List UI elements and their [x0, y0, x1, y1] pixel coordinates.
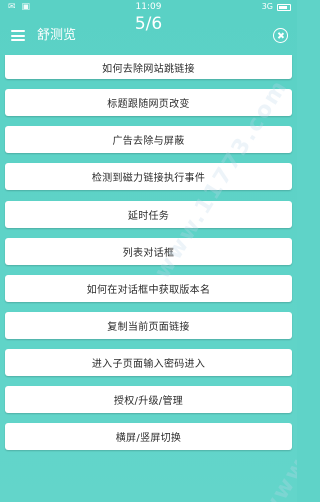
battery-icon — [277, 3, 291, 11]
menu-item-label: 进入子页面输入密码进入 — [91, 359, 206, 371]
status-bar: ✉ ▣ 11:09 3G — [0, 0, 297, 14]
menu-item-list-dialog[interactable]: 列表对话框 — [5, 237, 292, 265]
menu-item-label: 如何去除网站跳链接 — [102, 63, 195, 75]
menu-item-delayed-task[interactable]: 延时任务 — [5, 200, 292, 228]
menu-item-remove-redirect-links[interactable]: 如何去除网站跳链接 — [5, 55, 292, 79]
menu-item-orientation-toggle[interactable]: 横屏/竖屏切换 — [5, 423, 292, 451]
menu-item-ad-blocking[interactable]: 广告去除与屏蔽 — [5, 126, 292, 154]
signal-label: 3G — [261, 2, 273, 11]
menu-item-label: 广告去除与屏蔽 — [112, 136, 185, 148]
app-screen: ✉ ▣ 11:09 3G 舒测览 5/6 如何去除网站跳链接 标题跟随网页改变 … — [0, 0, 297, 502]
menu-item-subpage-password[interactable]: 进入子页面输入密码进入 — [5, 349, 292, 377]
status-right-icons: 3G — [262, 0, 291, 14]
menu-item-label: 标题跟随网页改变 — [107, 99, 190, 111]
menu-item-label: 授权/升级/管理 — [113, 396, 184, 408]
menu-item-label: 复制当前页面链接 — [107, 321, 190, 333]
app-header: 舒测览 5/6 — [0, 14, 297, 60]
menu-item-label: 如何在对话框中获取版本名 — [86, 284, 211, 296]
menu-list: 如何去除网站跳链接 标题跟随网页改变 广告去除与屏蔽 检测到磁力链接执行事件 延… — [5, 55, 292, 461]
menu-item-copy-page-link[interactable]: 复制当前页面链接 — [5, 311, 292, 339]
menu-item-label: 横屏/竖屏切换 — [115, 433, 182, 445]
status-time: 11:09 — [135, 2, 162, 12]
menu-item-label: 列表对话框 — [122, 247, 175, 259]
page-indicator: 5/6 — [134, 14, 163, 34]
close-circle-icon[interactable] — [273, 28, 288, 43]
menu-item-authorize-upgrade-manage[interactable]: 授权/升级/管理 — [5, 386, 292, 414]
menu-item-magnet-link-event[interactable]: 检测到磁力链接执行事件 — [5, 163, 292, 191]
menu-item-title-follow-page[interactable]: 标题跟随网页改变 — [5, 89, 292, 117]
menu-item-label: 延时任务 — [127, 210, 170, 222]
menu-item-get-version-name[interactable]: 如何在对话框中获取版本名 — [5, 274, 292, 302]
menu-item-label: 检测到磁力链接执行事件 — [91, 173, 206, 185]
